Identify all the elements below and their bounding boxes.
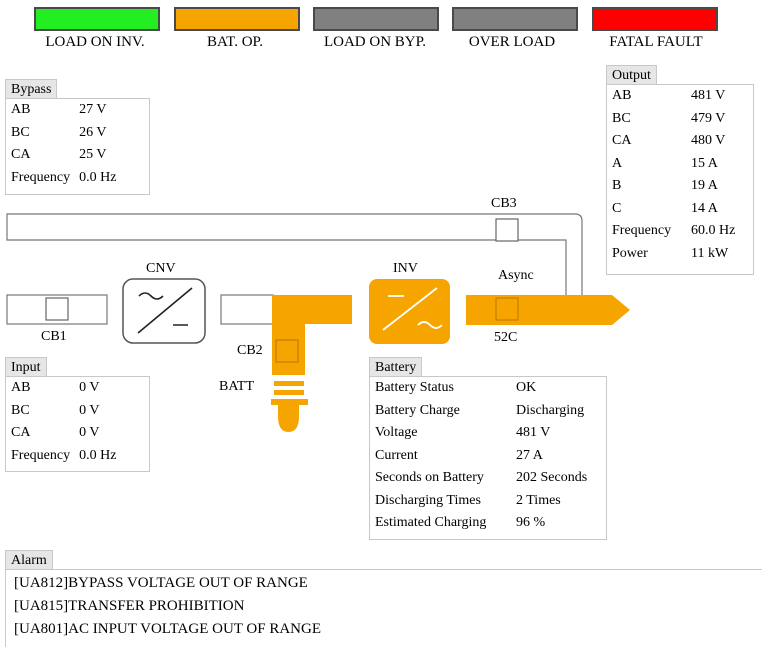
async-label: Async <box>498 268 534 283</box>
row-value: 0 V <box>79 402 100 418</box>
alarm-item: [UA801]AC INPUT VOLTAGE OUT OF RANGE <box>14 621 322 637</box>
c52-label: 52C <box>494 330 518 345</box>
row-label: BC <box>11 402 30 418</box>
table-row: Current 27 A <box>370 445 591 468</box>
row-label: Battery Status <box>375 380 454 395</box>
row-label: AB <box>11 380 31 395</box>
batt-label: BATT <box>219 379 254 394</box>
dc-link-line <box>220 294 274 325</box>
table-row: Frequency 0.0 Hz <box>6 445 120 468</box>
table-row: Discharging Times 2 Times <box>370 490 591 513</box>
row-value: 27 A <box>516 447 543 463</box>
cb1-breaker <box>45 297 69 321</box>
input-panel-title: Input <box>5 357 47 376</box>
row-label: CA <box>11 425 31 440</box>
cb1-label: CB1 <box>41 329 67 344</box>
alarm-item: [UA812]BYPASS VOLTAGE OUT OF RANGE <box>14 575 308 591</box>
row-label: Battery Charge <box>375 402 460 418</box>
row-label: Current <box>375 447 418 463</box>
input-table: AB 0 V BC 0 V CA 0 V Frequency 0.0 Hz <box>6 377 120 467</box>
row-label: Frequency <box>11 447 71 463</box>
cnv-label: CNV <box>146 261 176 276</box>
row-label: Discharging Times <box>375 492 481 508</box>
battery-cell-1 <box>274 381 304 386</box>
row-value: 202 Seconds <box>516 470 588 485</box>
cb3-breaker <box>495 218 519 242</box>
table-row: Estimated Charging 96 % <box>370 512 591 535</box>
row-value: 2 Times <box>516 492 561 508</box>
battery-cell-2 <box>274 390 304 395</box>
table-row: Battery Status OK <box>370 377 591 400</box>
row-value: 0.0 Hz <box>79 447 117 463</box>
battery-table: Battery Status OK Battery Charge Dischargi… <box>370 377 591 535</box>
table-row: Seconds on Battery 202 Seconds <box>370 467 591 490</box>
row-value: 96 % <box>516 515 546 530</box>
row-value: 0 V <box>79 425 100 440</box>
battery-cell-3 <box>271 399 308 405</box>
battery-flow <box>272 295 305 375</box>
input-panel: AB 0 V BC 0 V CA 0 V Frequency 0.0 Hz <box>5 376 150 472</box>
power-flow-diagram <box>6 213 630 432</box>
row-label: Voltage <box>375 425 418 440</box>
alarm-panel-title: Alarm <box>5 550 53 569</box>
row-value: 0 V <box>79 380 100 395</box>
cb3-label: CB3 <box>491 196 517 211</box>
inv-inverter <box>369 279 450 344</box>
output-flow-arrow <box>466 295 630 325</box>
battery-terminal <box>278 405 299 432</box>
row-label: Seconds on Battery <box>375 470 484 485</box>
inv-label: INV <box>393 261 418 276</box>
table-row: BC 0 V <box>6 400 120 423</box>
table-row: Voltage 481 V <box>370 422 591 445</box>
cb2-label: CB2 <box>237 343 263 358</box>
alarm-item: [UA815]TRANSFER PROHIBITION <box>14 598 245 614</box>
battery-panel: Battery Status OK Battery Charge Dischargi… <box>369 376 607 540</box>
table-row: Battery Charge Discharging <box>370 400 591 423</box>
battery-panel-title: Battery <box>369 357 423 376</box>
table-row: CA 0 V <box>6 422 120 445</box>
row-label: Estimated Charging <box>375 515 487 530</box>
table-row: AB 0 V <box>6 377 120 400</box>
row-value: Discharging <box>516 402 585 418</box>
row-value: 481 V <box>516 425 551 440</box>
alarm-panel: [UA812]BYPASS VOLTAGE OUT OF RANGE [UA81… <box>5 569 762 647</box>
row-value: OK <box>516 380 537 395</box>
